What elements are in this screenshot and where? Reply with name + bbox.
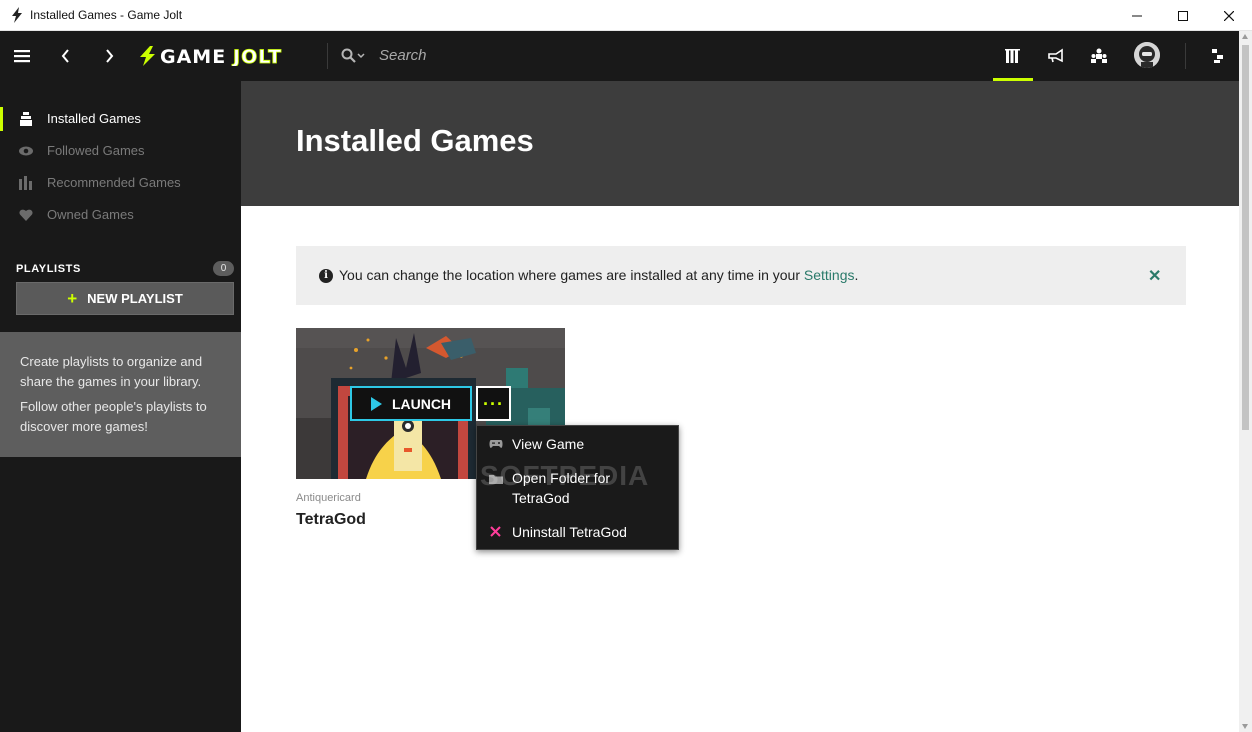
menu-item-open-folder[interactable]: Open Folder for TetraGod <box>477 468 678 510</box>
svg-text:GAME: GAME <box>160 46 226 66</box>
sidebar-item-label: Recommended Games <box>47 175 181 190</box>
more-options-button[interactable]: ··· <box>476 386 511 421</box>
scroll-down-icon[interactable] <box>1242 724 1248 729</box>
scroll-thumb[interactable] <box>1242 45 1249 430</box>
minimize-button[interactable] <box>1114 0 1160 31</box>
header-divider-right <box>1185 43 1186 69</box>
menu-item-view-game[interactable]: View Game <box>477 434 678 454</box>
menu-button[interactable] <box>8 31 36 81</box>
sidebar-item-label: Installed Games <box>47 111 141 126</box>
info-alert: i You can change the location where game… <box>296 246 1186 305</box>
menu-item-uninstall[interactable]: Uninstall TetraGod <box>477 522 678 542</box>
playlists-heading: PLAYLISTS <box>16 263 81 275</box>
header-divider <box>327 43 328 69</box>
plus-icon: + <box>67 288 78 308</box>
library-icon <box>1005 49 1020 63</box>
eye-icon <box>19 146 33 156</box>
sidebar-item-label: Owned Games <box>47 207 134 222</box>
sidebar-item-recommended-games[interactable]: Recommended Games <box>0 167 241 199</box>
window-title: Installed Games - Game Jolt <box>30 8 183 22</box>
folder-icon <box>489 475 503 484</box>
ellipsis-icon: ··· <box>483 393 504 414</box>
sidebar: Installed Games Followed Games Recommend… <box>0 81 241 732</box>
megaphone-icon <box>1048 48 1063 63</box>
svg-text:JOLT: JOLT <box>231 46 282 66</box>
minimize-icon <box>1132 15 1142 16</box>
page-hero: Installed Games <box>241 81 1239 206</box>
maximize-icon <box>1178 10 1188 21</box>
avatar-icon <box>1134 42 1160 68</box>
sidebar-item-followed-games[interactable]: Followed Games <box>0 135 241 167</box>
game-developer[interactable]: Antiquericard <box>296 492 361 504</box>
game-jolt-bolt-icon <box>12 7 22 23</box>
game-context-menu: View Game Open Folder for TetraGod Unins… <box>476 425 679 550</box>
playlists-info-text: Create playlists to organize and share t… <box>20 354 203 389</box>
chevron-right-icon <box>105 49 113 63</box>
maximize-button[interactable] <box>1160 0 1206 31</box>
playlists-info-panel: Create playlists to organize and share t… <box>0 332 241 457</box>
chat-button[interactable] <box>1204 31 1230 81</box>
playlists-count-badge: 0 <box>213 261 234 276</box>
app-header: GAME JOLT Search <box>0 31 1252 81</box>
search-icon <box>341 48 365 63</box>
window-titlebar: Installed Games - Game Jolt <box>0 0 1252 31</box>
menu-item-label: Uninstall TetraGod <box>512 524 627 540</box>
chart-bars-icon <box>19 176 32 190</box>
launch-label: LAUNCH <box>391 395 452 412</box>
menu-item-label: View Game <box>512 436 585 452</box>
hamburger-icon <box>14 50 30 63</box>
close-window-button[interactable] <box>1206 0 1252 31</box>
notifications-button[interactable] <box>1042 31 1070 81</box>
alert-text: You can change the location where games … <box>339 267 800 283</box>
sidebar-item-installed-games[interactable]: Installed Games <box>0 103 241 135</box>
alert-message: You can change the location where games … <box>339 267 858 283</box>
sidebar-item-owned-games[interactable]: Owned Games <box>0 199 241 231</box>
library-button[interactable] <box>993 31 1033 81</box>
chat-users-icon <box>1212 49 1223 63</box>
friends-button[interactable] <box>1085 31 1113 81</box>
dismiss-alert-button[interactable]: ✕ <box>1148 266 1161 286</box>
search-scope-button[interactable] <box>340 31 366 81</box>
new-playlist-button[interactable]: + NEW PLAYLIST <box>16 282 234 315</box>
scroll-up-icon[interactable] <box>1242 34 1248 39</box>
page-title: Installed Games <box>296 123 534 158</box>
vertical-scrollbar[interactable] <box>1239 31 1252 732</box>
playlists-info-text: Follow other people's playlists to disco… <box>20 399 207 434</box>
user-avatar[interactable] <box>1134 42 1160 68</box>
alert-suffix: . <box>854 267 859 283</box>
menu-item-label: Open Folder for TetraGod <box>512 470 611 506</box>
friends-icon <box>1091 48 1107 63</box>
close-icon <box>490 526 501 537</box>
gamepad-icon <box>489 440 503 448</box>
forward-button[interactable] <box>98 31 120 81</box>
info-icon: i <box>319 269 333 283</box>
game-jolt-logo[interactable]: GAME JOLT <box>140 46 306 66</box>
heart-icon <box>19 209 33 221</box>
settings-link[interactable]: Settings <box>804 267 855 283</box>
back-button[interactable] <box>54 31 76 81</box>
close-icon <box>1224 10 1234 21</box>
search-input[interactable]: Search <box>379 47 427 64</box>
sidebar-item-label: Followed Games <box>47 143 145 158</box>
game-title[interactable]: TetraGod <box>296 511 366 529</box>
installed-games-icon <box>20 112 32 126</box>
new-playlist-label: NEW PLAYLIST <box>87 291 183 306</box>
launch-button[interactable]: LAUNCH <box>350 386 472 421</box>
chevron-left-icon <box>61 49 69 63</box>
play-icon <box>370 396 382 411</box>
